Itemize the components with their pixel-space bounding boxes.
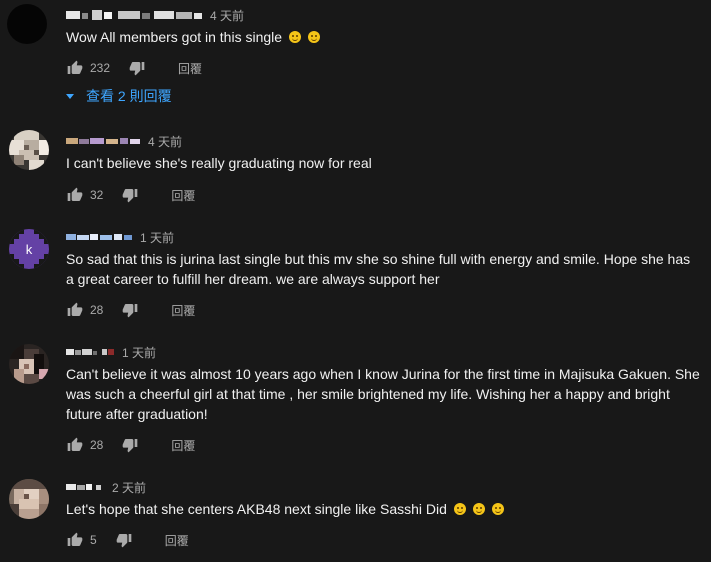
dislike-button[interactable] (121, 301, 139, 319)
author-name-pixelated[interactable] (66, 481, 106, 493)
comment-header: 1 天前 (66, 344, 156, 360)
comment-time[interactable]: 4 天前 (210, 7, 244, 24)
comment-actions: 32 回覆 (66, 185, 195, 205)
avatar[interactable] (9, 130, 49, 170)
smiling-emoji (307, 31, 320, 43)
avatar[interactable]: k (9, 229, 49, 269)
winking-emoji (491, 503, 504, 515)
avatar[interactable] (9, 479, 49, 519)
comment-text: Let's hope that she centers AKB48 next s… (66, 499, 686, 519)
like-count: 232 (90, 61, 111, 75)
comment-header: 4 天前 (66, 7, 244, 23)
like-count: 28 (90, 303, 104, 317)
author-name-pixelated[interactable] (66, 346, 116, 358)
winking-emoji (453, 503, 466, 515)
like-count: 32 (90, 188, 104, 202)
author-name-pixelated[interactable] (66, 9, 204, 21)
comment-header: 2 天前 (66, 479, 146, 495)
avatar[interactable] (7, 4, 47, 44)
comment-text: I can't believe she's really graduating … (66, 155, 372, 171)
like-button[interactable] (66, 301, 84, 319)
chevron-down-icon (66, 93, 74, 99)
thumbs-up-icon (67, 532, 83, 546)
like-count: 28 (90, 438, 104, 452)
view-replies-button[interactable]: 查看 2 則回覆 (66, 86, 172, 106)
reply-button[interactable]: 回覆 (171, 437, 195, 454)
like-button[interactable] (66, 59, 84, 77)
thumbs-down-icon (129, 62, 145, 76)
comment-actions: 5 回覆 (66, 530, 189, 550)
thumbs-down-icon (123, 439, 138, 453)
author-name-pixelated[interactable] (66, 135, 142, 147)
thumbs-down-icon (116, 534, 132, 548)
like-button[interactable] (66, 186, 84, 204)
comment-text: So sad that this is jurina last single b… (66, 251, 691, 287)
like-count: 5 (90, 533, 97, 547)
thumbs-up-icon (67, 437, 83, 451)
winking-emoji (472, 503, 485, 515)
view-replies-label: 查看 2 則回覆 (86, 88, 172, 104)
comment-actions: 28 回覆 (66, 435, 195, 455)
comment-time[interactable]: 4 天前 (148, 133, 182, 150)
author-name-pixelated[interactable] (66, 231, 134, 243)
avatar-letter: k (26, 242, 33, 257)
comment-text-content: Wow All members got in this single (66, 29, 283, 45)
dislike-button[interactable] (121, 436, 139, 454)
reply-button[interactable]: 回覆 (171, 187, 195, 204)
thumbs-down-icon (123, 304, 138, 318)
comment-time[interactable]: 1 天前 (122, 344, 156, 361)
comment-header: 4 天前 (66, 133, 182, 149)
comment-text: Can't believe it was almost 10 years ago… (66, 366, 700, 422)
avatar[interactable] (9, 344, 49, 384)
dislike-button[interactable] (115, 531, 133, 549)
thumbs-up-icon (67, 302, 83, 316)
dislike-button[interactable] (128, 59, 146, 77)
comment-actions: 232 回覆 (66, 58, 202, 78)
comment-header: 1 天前 (66, 229, 174, 245)
thumbs-up-icon (67, 187, 83, 201)
comment-actions: 28 回覆 (66, 300, 195, 320)
thumbs-up-icon (67, 60, 83, 74)
like-button[interactable] (66, 436, 84, 454)
reply-button[interactable]: 回覆 (165, 532, 189, 549)
comment-time[interactable]: 1 天前 (140, 229, 174, 246)
thumbs-down-icon (123, 189, 138, 203)
dislike-button[interactable] (121, 186, 139, 204)
like-button[interactable] (66, 531, 84, 549)
reply-button[interactable]: 回覆 (171, 302, 195, 319)
comment-text: Wow All members got in this single (66, 27, 686, 47)
grinning-emoji (288, 31, 301, 43)
comment-text-content: Let's hope that she centers AKB48 next s… (66, 501, 447, 517)
comment-time[interactable]: 2 天前 (112, 479, 146, 496)
reply-button[interactable]: 回覆 (178, 60, 202, 77)
